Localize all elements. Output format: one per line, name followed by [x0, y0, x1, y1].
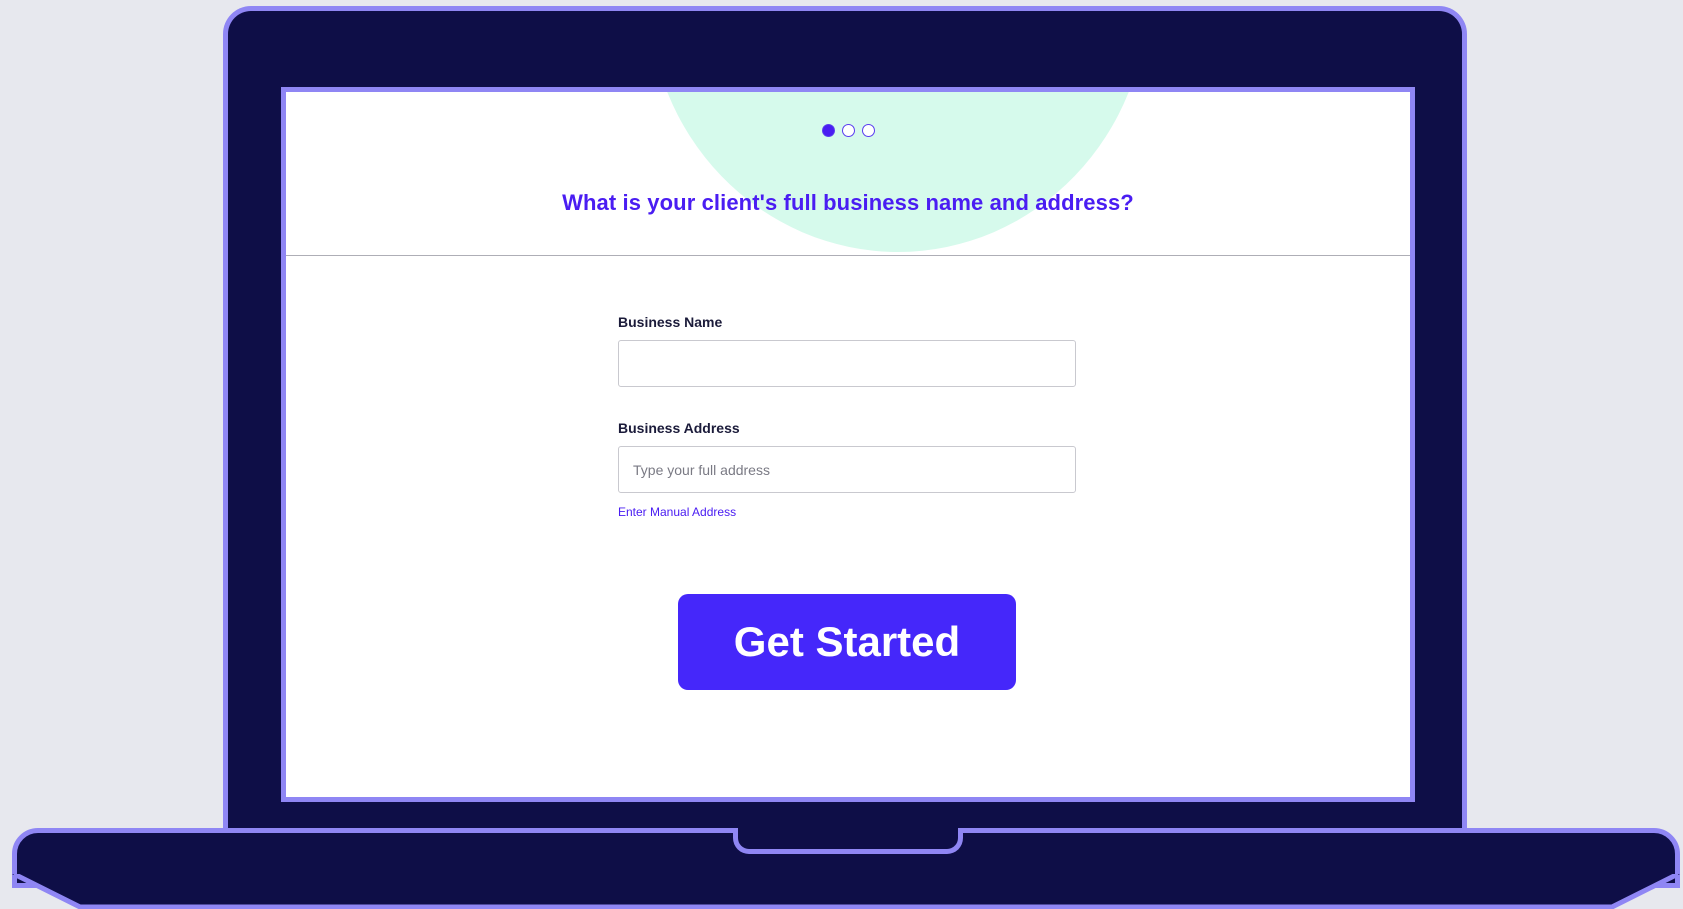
get-started-button[interactable]: Get Started: [678, 594, 1016, 690]
decorative-blob: [648, 92, 1148, 252]
enter-manual-address-link[interactable]: Enter Manual Address: [618, 505, 736, 519]
business-name-label: Business Name: [618, 314, 723, 330]
business-name-input[interactable]: [618, 340, 1076, 387]
header-divider: [286, 255, 1410, 256]
business-form: Business Name Business Address Enter Man…: [618, 314, 1076, 521]
business-address-input[interactable]: [618, 446, 1076, 493]
laptop-illustration: What is your client's full business name…: [0, 0, 1683, 909]
laptop-notch: [733, 828, 963, 854]
laptop-base-bottom: [12, 874, 1680, 909]
laptop-screen: What is your client's full business name…: [281, 87, 1415, 802]
step-dot-1: [821, 124, 835, 137]
business-address-label: Business Address: [618, 420, 740, 436]
step-dot-2: [841, 124, 855, 137]
question-heading: What is your client's full business name…: [562, 190, 1134, 215]
step-dot-3: [861, 124, 875, 137]
step-indicator: [286, 124, 1410, 137]
